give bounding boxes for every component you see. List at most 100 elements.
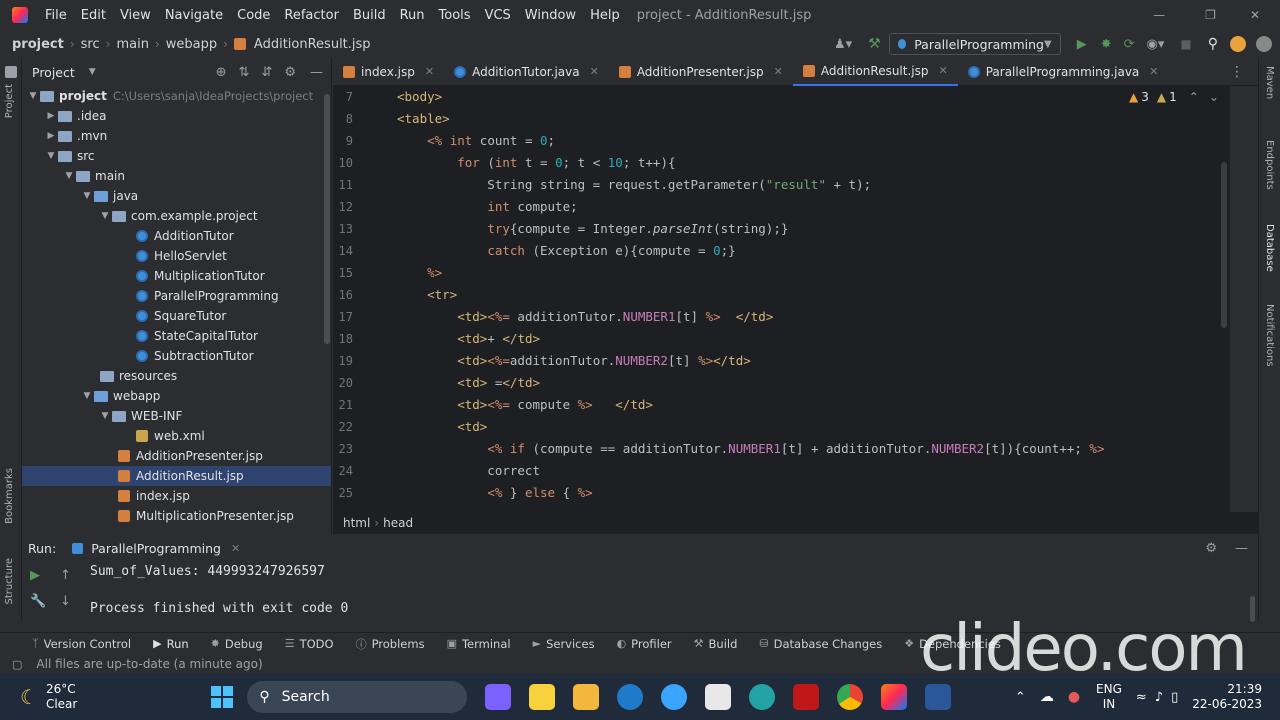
windows-start-icon[interactable] <box>211 686 234 708</box>
run-tab[interactable]: ParallelProgramming <box>91 541 221 556</box>
wrench-icon[interactable]: 🔧 <box>30 594 46 609</box>
video-call-icon[interactable] <box>485 684 512 710</box>
gear-icon[interactable]: ⚙ <box>1197 541 1225 556</box>
close-icon[interactable]: ✕ <box>1236 8 1280 22</box>
update-icon[interactable] <box>1230 36 1246 52</box>
sticky-notes-icon[interactable] <box>529 684 556 710</box>
tree-item-class[interactable]: HelloServlet <box>22 246 331 266</box>
tree-item-jsp[interactable]: MultiplicationPresenter.jsp <box>22 506 331 526</box>
project-panel-title[interactable]: Project <box>32 65 75 80</box>
restore-icon[interactable]: ❐ <box>1185 8 1236 22</box>
tree-item-jsp[interactable]: AdditionPresenter.jsp <box>22 446 331 466</box>
word-icon[interactable] <box>925 684 952 710</box>
editor-breadcrumb-html[interactable]: html <box>343 516 370 530</box>
store-icon[interactable] <box>705 684 732 710</box>
search-box[interactable]: ⚲ Search <box>247 681 468 713</box>
tool-terminal[interactable]: ▣ Terminal <box>436 637 522 651</box>
chrome-icon[interactable] <box>837 684 864 710</box>
tab-parallel-programming[interactable]: ParallelProgramming.java ✕ <box>958 58 1169 86</box>
edge-dev-icon[interactable] <box>617 684 644 710</box>
editor-breadcrumb-head[interactable]: head <box>383 516 413 530</box>
menu-code[interactable]: Code <box>230 8 277 23</box>
edge-icon[interactable] <box>749 684 776 710</box>
stop-icon[interactable]: ■ <box>1170 37 1201 51</box>
breadcrumb-webapp[interactable]: webapp <box>164 37 219 52</box>
hide-panel-icon[interactable]: — <box>302 65 331 80</box>
file-explorer-icon[interactable] <box>573 684 600 710</box>
tree-item-class[interactable]: SubtractionTutor <box>22 346 331 366</box>
user-icon[interactable]: ♟▾ <box>826 37 860 52</box>
chevron-up-icon[interactable]: ⌃ <box>1015 690 1026 705</box>
browser-icon[interactable] <box>661 684 688 710</box>
tree-item-webxml[interactable]: web.xml <box>22 426 331 446</box>
tool-version-control[interactable]: ᛉ Version Control <box>0 637 142 651</box>
close-tab-icon[interactable]: ✕ <box>774 65 783 78</box>
tree-item-class[interactable]: SquareTutor <box>22 306 331 326</box>
tree-item-webinf[interactable]: ▼ WEB-INF <box>22 406 331 426</box>
menu-window[interactable]: Window <box>518 8 583 23</box>
menu-view[interactable]: View <box>113 8 158 23</box>
breadcrumb-project[interactable]: project <box>10 37 66 52</box>
chevron-down-icon[interactable]: ▼ <box>89 67 96 77</box>
ide-logo-icon[interactable] <box>1256 36 1272 52</box>
tree-item-class[interactable]: StateCapitalTutor <box>22 326 331 346</box>
build-hammer-icon[interactable]: ⚒ <box>860 36 889 52</box>
cloud-icon[interactable]: ☁ <box>1040 689 1054 705</box>
tree-item-mvn[interactable]: ▶ .mvn <box>22 126 331 146</box>
intellij-icon[interactable] <box>881 684 908 710</box>
tool-profiler[interactable]: ◐ Profiler <box>606 637 683 651</box>
tool-debug[interactable]: ✸ Debug <box>200 637 274 651</box>
status-icon[interactable]: ▢ <box>0 658 36 671</box>
tree-item-main[interactable]: ▼ main <box>22 166 331 186</box>
menu-file[interactable]: File <box>38 8 74 23</box>
collapse-all-icon[interactable]: ⇵ <box>255 65 278 80</box>
breadcrumb-file[interactable]: AdditionResult.jsp <box>252 37 373 52</box>
project-strip-icon[interactable] <box>5 66 17 78</box>
tree-item-root[interactable]: ▼ project C:\Users\sanja\IdeaProjects\pr… <box>22 86 331 106</box>
run-config-select[interactable]: ParallelProgramming ▼ <box>888 33 1061 55</box>
expand-all-icon[interactable]: ⇅ <box>233 65 256 80</box>
weather-widget[interactable]: 26°C Clear <box>46 682 77 712</box>
battery-icon[interactable]: ▯ <box>1171 690 1178 705</box>
tree-item-jsp[interactable]: index.jsp <box>22 486 331 506</box>
console-scrollbar[interactable] <box>1250 596 1255 622</box>
tree-item-class[interactable]: MultiplicationTutor <box>22 266 331 286</box>
project-scrollbar[interactable] <box>324 94 330 344</box>
right-strip-notifications[interactable]: Notifications <box>1264 304 1275 367</box>
minimize-icon[interactable]: — <box>1133 8 1185 22</box>
code-editor[interactable]: 7 8 9 10 11 12 13 14 15 16 17 18 19 20 2… <box>333 86 1230 512</box>
language-indicator[interactable]: ENG IN <box>1096 682 1122 712</box>
close-tab-icon[interactable]: ✕ <box>939 64 948 77</box>
breadcrumb-src[interactable]: src <box>79 37 102 52</box>
tree-item-jsp-selected[interactable]: AdditionResult.jsp <box>22 466 331 486</box>
tree-item-resources[interactable]: resources <box>22 366 331 386</box>
more-tabs-icon[interactable]: ⋮ <box>1216 64 1258 80</box>
menu-navigate[interactable]: Navigate <box>158 8 230 23</box>
tree-item-java[interactable]: ▼ java <box>22 186 331 206</box>
inspection-widget[interactable]: ▲ 3 ▲ 1 ⌃ ⌄ <box>1129 90 1219 104</box>
menu-build[interactable]: Build <box>346 8 393 23</box>
speaker-icon[interactable]: ♪ <box>1155 690 1163 705</box>
menu-vcs[interactable]: VCS <box>478 8 518 23</box>
editor-scrollbar[interactable] <box>1221 162 1227 328</box>
tree-item-class[interactable]: ParallelProgramming <box>22 286 331 306</box>
menu-edit[interactable]: Edit <box>74 8 113 23</box>
scroll-down-icon[interactable]: ↓ <box>60 594 71 609</box>
close-tab-icon[interactable]: ✕ <box>590 65 599 78</box>
locate-icon[interactable]: ⊕ <box>210 65 233 80</box>
tree-item-idea[interactable]: ▶ .idea <box>22 106 331 126</box>
search-icon[interactable]: ⚲ <box>1202 36 1224 52</box>
clock[interactable]: 21:39 22-06-2023 <box>1192 682 1262 712</box>
tree-item-src[interactable]: ▼ src <box>22 146 331 166</box>
breadcrumb-main[interactable]: main <box>114 37 150 52</box>
chevron-down-icon[interactable]: ⌄ <box>1209 90 1219 104</box>
tab-addition-tutor[interactable]: AdditionTutor.java ✕ <box>444 58 609 86</box>
right-strip-endpoints[interactable]: Endpoints <box>1264 140 1275 190</box>
tab-addition-presenter[interactable]: AdditionPresenter.jsp ✕ <box>609 58 793 86</box>
scroll-up-icon[interactable]: ↑ <box>60 568 71 583</box>
tree-item-webapp[interactable]: ▼ webapp <box>22 386 331 406</box>
tab-addition-result[interactable]: AdditionResult.jsp ✕ <box>792 57 958 86</box>
tool-run[interactable]: ▶ Run <box>142 637 200 651</box>
hide-panel-icon[interactable]: — <box>1225 541 1258 556</box>
tree-item-class[interactable]: AdditionTutor <box>22 226 331 246</box>
